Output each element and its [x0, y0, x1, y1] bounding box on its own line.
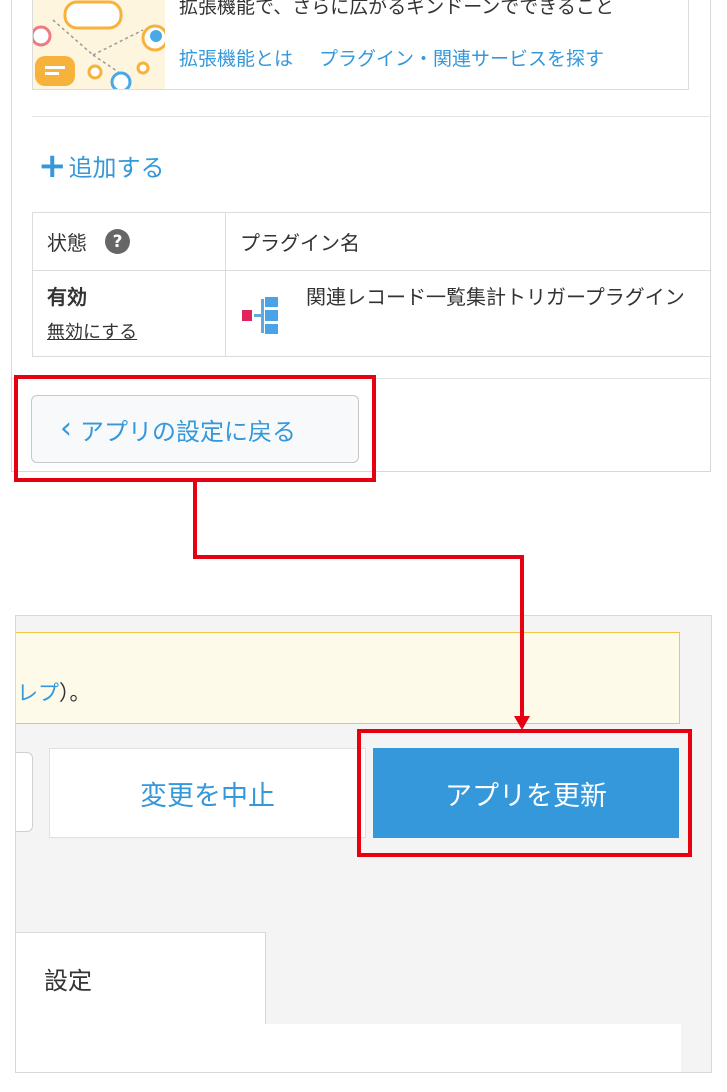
- extension-illustration: [33, 0, 165, 89]
- plugin-status: 有効: [47, 285, 87, 309]
- cancel-changes-button[interactable]: 変更を中止: [49, 748, 366, 838]
- partial-button[interactable]: [16, 752, 33, 832]
- settings-content-area: [16, 1024, 681, 1072]
- plugin-table: 状態 ? プラグイン名 有効 無効にする 関連レコード一覧集計トリガープラグイン: [32, 212, 710, 357]
- network-illustration-icon: [33, 0, 165, 89]
- plugin-name-header-label: プラグイン名: [240, 231, 360, 255]
- notice-suffix: ）。: [59, 681, 91, 705]
- plugin-name: 関連レコード一覧集計トリガープラグイン: [306, 285, 685, 309]
- notice-text: レプ）。: [17, 677, 91, 707]
- update-app-button[interactable]: アプリを更新: [373, 748, 679, 838]
- banner-text: 拡張機能で、さらに広がるギンドーンでできること: [179, 0, 614, 18]
- chevron-left-icon: ‹: [60, 411, 72, 446]
- state-column-header: 状態 ?: [32, 212, 226, 271]
- plus-icon: +: [38, 145, 67, 186]
- table-header-row: 状態 ? プラグイン名: [32, 212, 710, 271]
- divider: [12, 378, 710, 379]
- divider: [32, 116, 710, 117]
- plugin-settings-panel: 拡張機能で、さらに広がるギンドーンでできること 拡張機能とは プラグイン・関連サー…: [11, 0, 711, 472]
- plugin-name-column-header: プラグイン名: [225, 212, 710, 271]
- what-is-extension-link[interactable]: 拡張機能とは: [179, 48, 293, 70]
- plugin-state-cell: 有効 無効にする: [32, 270, 226, 357]
- state-header-label: 状態: [47, 231, 87, 255]
- add-plugin-label: 追加する: [68, 154, 165, 182]
- disable-plugin-link[interactable]: 無効にする: [47, 318, 137, 344]
- tab-settings[interactable]: 設定: [16, 932, 266, 1027]
- add-plugin-link[interactable]: + 追加する: [38, 148, 165, 183]
- help-link[interactable]: レプ: [17, 681, 59, 705]
- notice-box: レプ）。: [16, 632, 680, 724]
- banner-links: 拡張機能とは プラグイン・関連サービスを探す: [179, 44, 604, 71]
- app-settings-panel: レプ）。 変更を中止 アプリを更新 設定: [15, 615, 712, 1073]
- plugin-name-cell: 関連レコード一覧集計トリガープラグイン: [225, 270, 710, 357]
- plugin-icon: [242, 297, 278, 334]
- back-to-app-settings-button[interactable]: ‹ アプリの設定に戻る: [31, 395, 359, 463]
- table-row: 有効 無効にする 関連レコード一覧集計トリガープラグイン: [32, 270, 710, 357]
- extension-banner: 拡張機能で、さらに広がるギンドーンでできること 拡張機能とは プラグイン・関連サー…: [32, 0, 689, 90]
- help-icon[interactable]: ?: [105, 229, 130, 254]
- back-button-label: アプリの設定に戻る: [80, 417, 296, 446]
- find-plugins-link[interactable]: プラグイン・関連サービスを探す: [319, 48, 604, 70]
